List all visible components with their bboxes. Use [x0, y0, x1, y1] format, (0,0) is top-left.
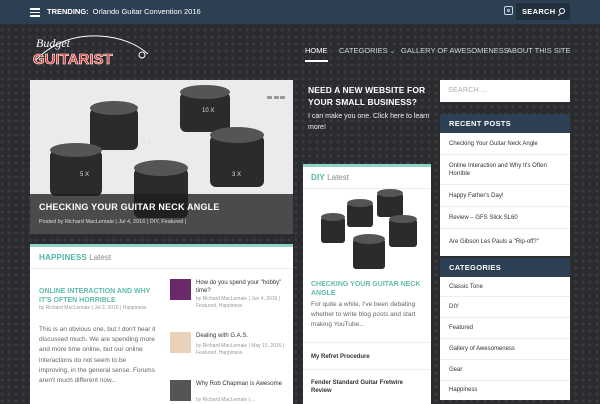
side-post-meta: by Richard MacLemale | Jun 4, 2016 | Fea…: [196, 296, 281, 309]
widget-heading: CATEGORIES: [440, 258, 570, 277]
section-heading-bold: HAPPINESS: [39, 253, 88, 262]
category-link[interactable]: Gallery of Awesomeness: [440, 339, 570, 360]
logo-line1: Budget: [36, 36, 71, 50]
chevron-down-icon: ⌄: [389, 49, 395, 55]
side-post-title[interactable]: How do you spend your "hobby" time?: [196, 279, 286, 295]
side-post-meta: by Richard MacLemale | ...: [196, 397, 256, 403]
trending-bar: TRENDING: Orlando Guitar Convention 2016: [47, 7, 201, 16]
site-logo[interactable]: Budget GUITARIST: [30, 32, 152, 68]
loupe-label: 10 X: [202, 108, 214, 114]
featured-slider[interactable]: 10 X 7 X 5 X 3 X CHECKING YOUR GUITAR NE…: [30, 80, 293, 234]
side-post-title[interactable]: Dealing with G.A.S.: [196, 332, 286, 340]
side-post-title[interactable]: Why Rob Chapman is Awesome: [196, 380, 286, 388]
menu-icon[interactable]: [30, 8, 40, 17]
search-icon[interactable]: [559, 8, 565, 14]
categories-widget: CATEGORIES Classic Tone DIY Featured Gal…: [440, 258, 570, 400]
diy-section: DIY Latest CHECKING YOUR GUITAR NECK ANG…: [303, 164, 431, 404]
nav-home[interactable]: HOME: [305, 46, 328, 62]
category-link[interactable]: Gear: [440, 360, 570, 381]
recent-post-link[interactable]: Happy Father's Day!: [440, 185, 570, 207]
diy-link[interactable]: My Refret Procedure: [311, 353, 425, 361]
post-excerpt: For quite a while, I've been debating wh…: [311, 301, 416, 329]
search-box[interactable]: SEARCH: [516, 3, 570, 20]
search-label: SEARCH: [522, 7, 556, 16]
recent-post-link[interactable]: Online Interaction and Why It's Often Ho…: [440, 155, 570, 185]
slider-dots[interactable]: [266, 86, 285, 104]
category-link[interactable]: DIY: [440, 297, 570, 318]
trending-link[interactable]: Orlando Guitar Convention 2016: [93, 7, 201, 16]
nav-about[interactable]: ABOUT THIS SITE: [507, 46, 571, 55]
post-meta: by Richard MacLemale | Jul 2, 2016 | Hap…: [39, 305, 147, 311]
section-heading-rest: Latest: [89, 253, 112, 262]
side-post-meta: by Richard MacLemale | May 15, 2016 | Fe…: [196, 343, 285, 356]
diy-image[interactable]: [311, 189, 423, 273]
section-heading-rest: Latest: [327, 173, 349, 182]
category-link[interactable]: Happiness: [440, 381, 570, 399]
post-thumbnail[interactable]: [170, 332, 191, 353]
post-thumbnail[interactable]: [170, 279, 191, 300]
promo-widget[interactable]: NEED A NEW WEBSITE FOR YOUR SMALL BUSINE…: [308, 84, 432, 133]
nav-categories[interactable]: CATEGORIES ⌄: [339, 46, 395, 55]
instagram-icon[interactable]: [504, 6, 513, 15]
section-heading-bold: DIY: [311, 173, 325, 182]
featured-caption: CHECKING YOUR GUITAR NECK ANGLE Posted b…: [30, 194, 293, 234]
recent-post-link[interactable]: Checking Your Guitar Neck Angle: [440, 133, 570, 155]
section-heading: HAPPINESS Latest: [39, 253, 111, 262]
recent-post-link[interactable]: Are Gibson Les Pauls a "Rip-off?": [440, 229, 570, 254]
loupe-label: 7 X: [142, 140, 151, 146]
post-title[interactable]: ONLINE INTERACTION AND WHY IT'S OFTEN HO…: [39, 287, 156, 305]
trending-label: TRENDING:: [47, 7, 89, 16]
widget-heading: RECENT POSTS: [440, 114, 570, 133]
logo-line2: GUITARIST: [33, 51, 113, 68]
nav-categories-label: CATEGORIES: [339, 46, 388, 55]
nav-gallery[interactable]: GALLERY OF AWESOMENESS: [401, 46, 509, 55]
category-link[interactable]: Classic Tone: [440, 277, 570, 297]
post-title[interactable]: CHECKING YOUR GUITAR NECK ANGLE: [311, 280, 425, 298]
post-thumbnail[interactable]: [170, 380, 191, 401]
recent-post-link[interactable]: Review – GFS Slick SL60: [440, 207, 570, 229]
loupe-label: 3 X: [232, 172, 241, 178]
top-bar: TRENDING: Orlando Guitar Convention 2016 …: [0, 0, 600, 24]
loupe-label: 5 X: [80, 172, 89, 178]
recent-posts-widget: RECENT POSTS Checking Your Guitar Neck A…: [440, 114, 570, 256]
featured-meta: Posted by Richard MacLemale | Jul 4, 201…: [39, 219, 187, 225]
featured-title[interactable]: CHECKING YOUR GUITAR NECK ANGLE: [39, 202, 220, 212]
happiness-section: HAPPINESS Latest ONLINE INTERACTION AND …: [30, 244, 293, 404]
post-excerpt: This is an obvious one, but I don't hear…: [39, 326, 156, 385]
section-heading: DIY Latest: [311, 173, 349, 182]
diy-link[interactable]: Fender Standard Guitar Fretwire Review: [311, 379, 425, 395]
search-input[interactable]: SEARCH ...: [440, 80, 570, 102]
search-placeholder: SEARCH ...: [448, 87, 488, 94]
category-link[interactable]: Featured: [440, 318, 570, 339]
promo-text[interactable]: I can make you one. Click here to learn …: [308, 111, 432, 133]
promo-heading: NEED A NEW WEBSITE FOR YOUR SMALL BUSINE…: [308, 85, 426, 107]
